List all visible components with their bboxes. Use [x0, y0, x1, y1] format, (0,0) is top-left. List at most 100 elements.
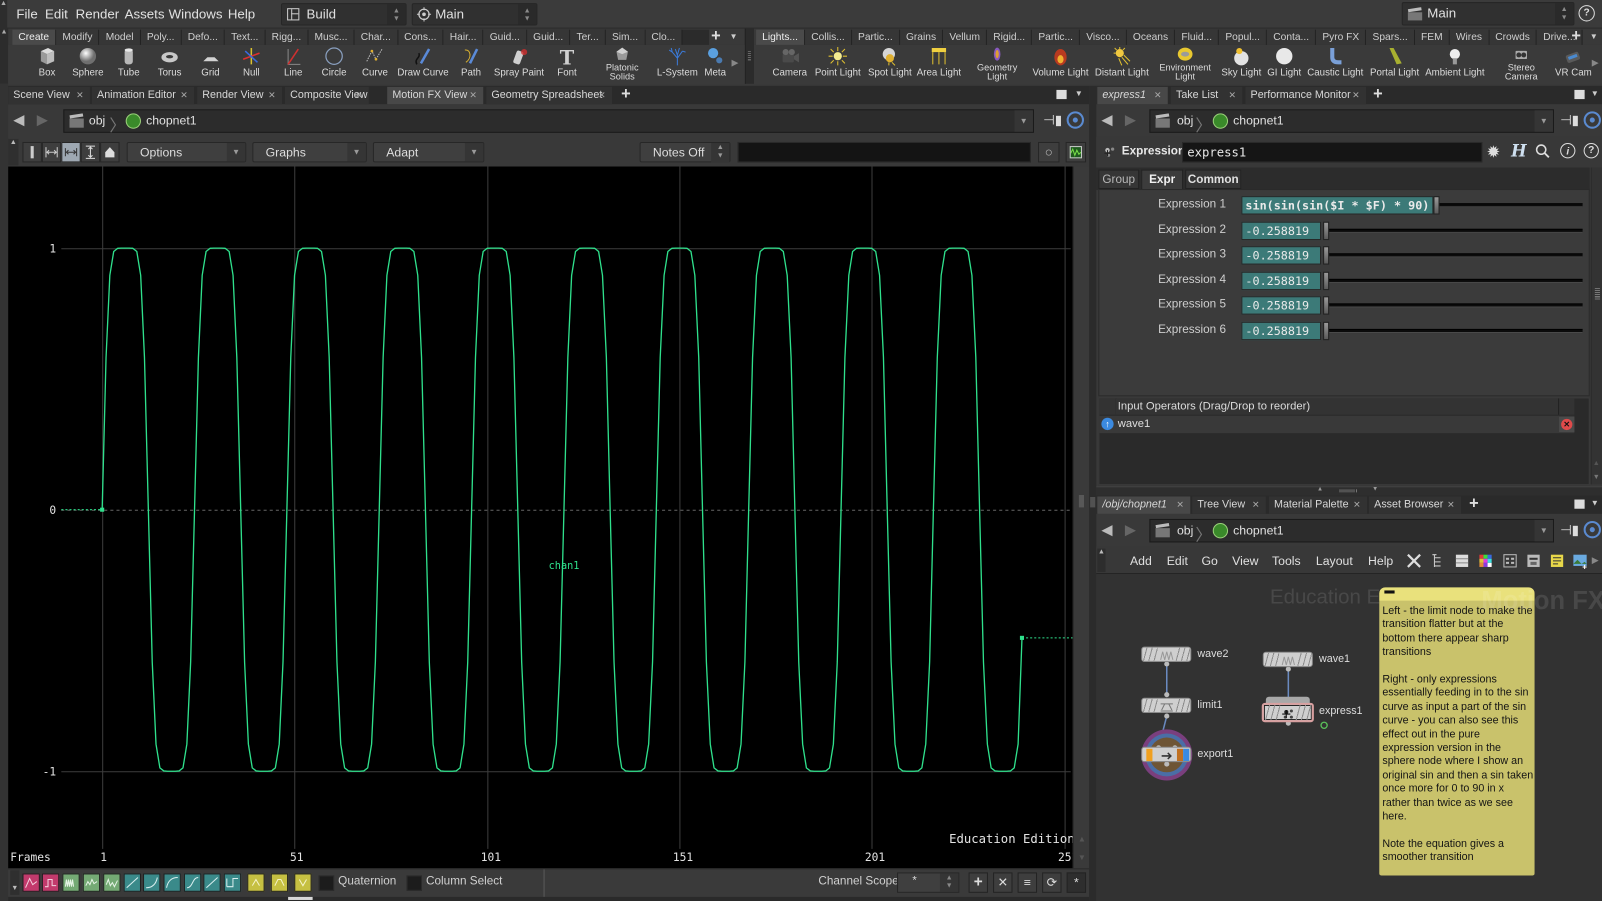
- shelf-tab-guide-process[interactable]: Guid...: [483, 29, 527, 45]
- pin-icon[interactable]: ⊣▮: [1560, 522, 1579, 538]
- search-icon[interactable]: [1535, 143, 1551, 159]
- shelf-tool-caustic-light[interactable]: Caustic Light: [1306, 46, 1365, 83]
- shape-palette-icon[interactable]: [1502, 553, 1518, 569]
- curve-style-button-1[interactable]: [22, 873, 40, 892]
- link-target-icon[interactable]: [1066, 111, 1085, 129]
- shelf-tool-area-light[interactable]: Area Light: [914, 46, 963, 83]
- curve-style-button-6[interactable]: [123, 873, 141, 892]
- shelf-tool-circle[interactable]: Circle: [316, 46, 353, 83]
- close-tab-icon[interactable]: ✕: [268, 87, 276, 104]
- close-tab-icon[interactable]: ✕: [598, 87, 606, 104]
- add-pane-tab-button[interactable]: +: [621, 86, 631, 103]
- shelf-tab-rigging[interactable]: Rigg...: [265, 29, 309, 45]
- tab-geometry-spreadsheet[interactable]: Geometry Spreadsheet ✕: [486, 86, 612, 105]
- color-palette-icon[interactable]: [1477, 553, 1493, 569]
- shelf-tab-simple-fx[interactable]: Sim...: [605, 29, 646, 45]
- expression-5-field[interactable]: -0.258819: [1241, 296, 1322, 315]
- shelf-tab-guide-brushes[interactable]: Guid...: [526, 29, 571, 45]
- wrench-icon[interactable]: [1406, 553, 1422, 569]
- frame-all-button[interactable]: [61, 141, 81, 163]
- link-target-icon[interactable]: [1583, 520, 1601, 539]
- node-express1[interactable]: [1261, 702, 1314, 723]
- shelf-tab-constraints[interactable]: Cons...: [397, 29, 444, 45]
- close-tab-icon[interactable]: ✕: [1352, 87, 1360, 104]
- notes-dropdown[interactable]: Notes Off ▲ ▼: [639, 141, 731, 163]
- scroll-down-icon[interactable]: ▼: [1593, 474, 1600, 481]
- tab-animation-editor[interactable]: Animation Editor ✕: [91, 86, 195, 105]
- network-menu-go[interactable]: Go: [1201, 554, 1217, 568]
- toolbar-collapse-handle[interactable]: ▲: [8, 138, 19, 166]
- key-style-button-2[interactable]: [270, 873, 289, 892]
- back-arrow-icon[interactable]: ◀: [1101, 111, 1112, 128]
- vertical-scale-button[interactable]: [80, 141, 101, 163]
- close-tab-icon[interactable]: ✕: [1176, 496, 1184, 513]
- shelf-tab-cloud-fx[interactable]: Clo...: [645, 29, 683, 45]
- close-tab-icon[interactable]: ✕: [355, 87, 363, 104]
- back-arrow-icon[interactable]: ◀: [1101, 521, 1112, 538]
- column-select-checkbox[interactable]: [406, 875, 422, 891]
- adapt-dropdown[interactable]: Adapt ▼: [372, 141, 485, 163]
- pin-icon[interactable]: ⊣▮: [1043, 112, 1062, 128]
- path-segment-chopnet1[interactable]: chopnet1: [1233, 523, 1283, 537]
- channel-view-button[interactable]: [1065, 141, 1087, 163]
- add-pane-tab-button[interactable]: +: [1469, 496, 1479, 512]
- network-box-icon[interactable]: [1525, 553, 1541, 569]
- add-pane-tab-button[interactable]: +: [1373, 86, 1383, 103]
- param-tab-expr[interactable]: Expr: [1141, 169, 1184, 192]
- path-dropdown-chevron-icon[interactable]: ▼: [1534, 110, 1553, 132]
- display-flag-icon[interactable]: [1320, 721, 1328, 730]
- shelf-tab-grains[interactable]: Grains: [899, 29, 944, 45]
- node-limit1[interactable]: [1141, 697, 1192, 714]
- expression-3-field[interactable]: -0.258819: [1241, 246, 1322, 265]
- expression-2-field[interactable]: -0.258819: [1241, 221, 1322, 241]
- shelf-tool-camera[interactable]: Camera: [769, 46, 810, 83]
- tab-asset-browser[interactable]: Asset Browser ✕: [1369, 496, 1462, 514]
- expression-6-field[interactable]: -0.258819: [1241, 321, 1322, 341]
- link-target-icon[interactable]: [1583, 111, 1601, 129]
- expression-4-slider-track[interactable]: [1329, 278, 1583, 283]
- tab-composite-view[interactable]: Composite View ✕: [285, 86, 369, 105]
- reorder-up-icon[interactable]: ↑: [1101, 417, 1114, 431]
- shelf-menu-chevron-icon[interactable]: ▼: [729, 32, 737, 41]
- expression-5-slider-track[interactable]: [1329, 303, 1583, 308]
- graph-canvas[interactable]: [8, 166, 1073, 869]
- single-channel-button[interactable]: [22, 141, 42, 163]
- network-menu-tools[interactable]: Tools: [1272, 554, 1301, 568]
- shelf-tool-curve[interactable]: Curve: [357, 46, 394, 83]
- sticky-note-text[interactable]: Left - the limit node to make the transi…: [1382, 605, 1533, 865]
- shelf-tool-point-light[interactable]: Point Light: [812, 46, 863, 83]
- close-tab-icon[interactable]: ✕: [1154, 87, 1162, 104]
- scope-all-button[interactable]: *: [1066, 872, 1087, 893]
- tree-layout-icon[interactable]: [1430, 553, 1446, 569]
- shelf-tool-gi-light[interactable]: GI Light: [1265, 46, 1304, 83]
- shelf-tab-deform[interactable]: Defo...: [181, 29, 226, 45]
- network-toolbar-more-icon[interactable]: ▶: [1592, 555, 1599, 566]
- series-line-chan1[interactable]: [101, 247, 1023, 772]
- time-strip-thumb[interactable]: [288, 896, 313, 900]
- shelf-tool-environment-light[interactable]: Environment Light: [1156, 46, 1215, 83]
- network-editor-canvas[interactable]: Education Edition wave2 limit1 export1 w…: [1096, 574, 1602, 901]
- expression-6-slider-track[interactable]: [1329, 328, 1583, 334]
- forward-arrow-icon[interactable]: ▶: [1125, 521, 1136, 538]
- info-icon[interactable]: i: [1560, 143, 1576, 159]
- key-style-button-3[interactable]: [294, 873, 312, 892]
- shelf-tool-null[interactable]: Null: [233, 46, 270, 83]
- param-path-bar[interactable]: obj 〉 chopnet1 ▼: [1149, 109, 1554, 135]
- graphs-dropdown[interactable]: Graphs ▼: [252, 141, 367, 163]
- shelf-tool-spot-light[interactable]: Spot Light: [865, 46, 914, 83]
- close-tab-icon[interactable]: ✕: [1447, 496, 1455, 513]
- scroll-up-icon[interactable]: ▲: [1078, 835, 1086, 844]
- background-image-icon[interactable]: [1572, 553, 1588, 569]
- menu-file[interactable]: File: [16, 6, 37, 21]
- curve-style-button-7[interactable]: [143, 873, 161, 892]
- shelf-tool-path[interactable]: Path: [453, 46, 490, 83]
- close-tab-icon[interactable]: ✕: [469, 87, 477, 104]
- shelf-tool-geometry-light[interactable]: Geometry Light: [974, 46, 1021, 83]
- shelf-tool-sky-light[interactable]: Sky Light: [1219, 46, 1264, 83]
- sticky-note-icon[interactable]: [1549, 553, 1565, 569]
- network-menu-add[interactable]: Add: [1130, 554, 1152, 568]
- help-icon[interactable]: ?: [1583, 143, 1599, 159]
- shelf-tab-container-tools[interactable]: Conta...: [1267, 29, 1317, 45]
- shelf-tab-polygon[interactable]: Poly...: [140, 29, 182, 45]
- tab-network-chopnet1[interactable]: /obj/chopnet1 ✕: [1097, 496, 1191, 514]
